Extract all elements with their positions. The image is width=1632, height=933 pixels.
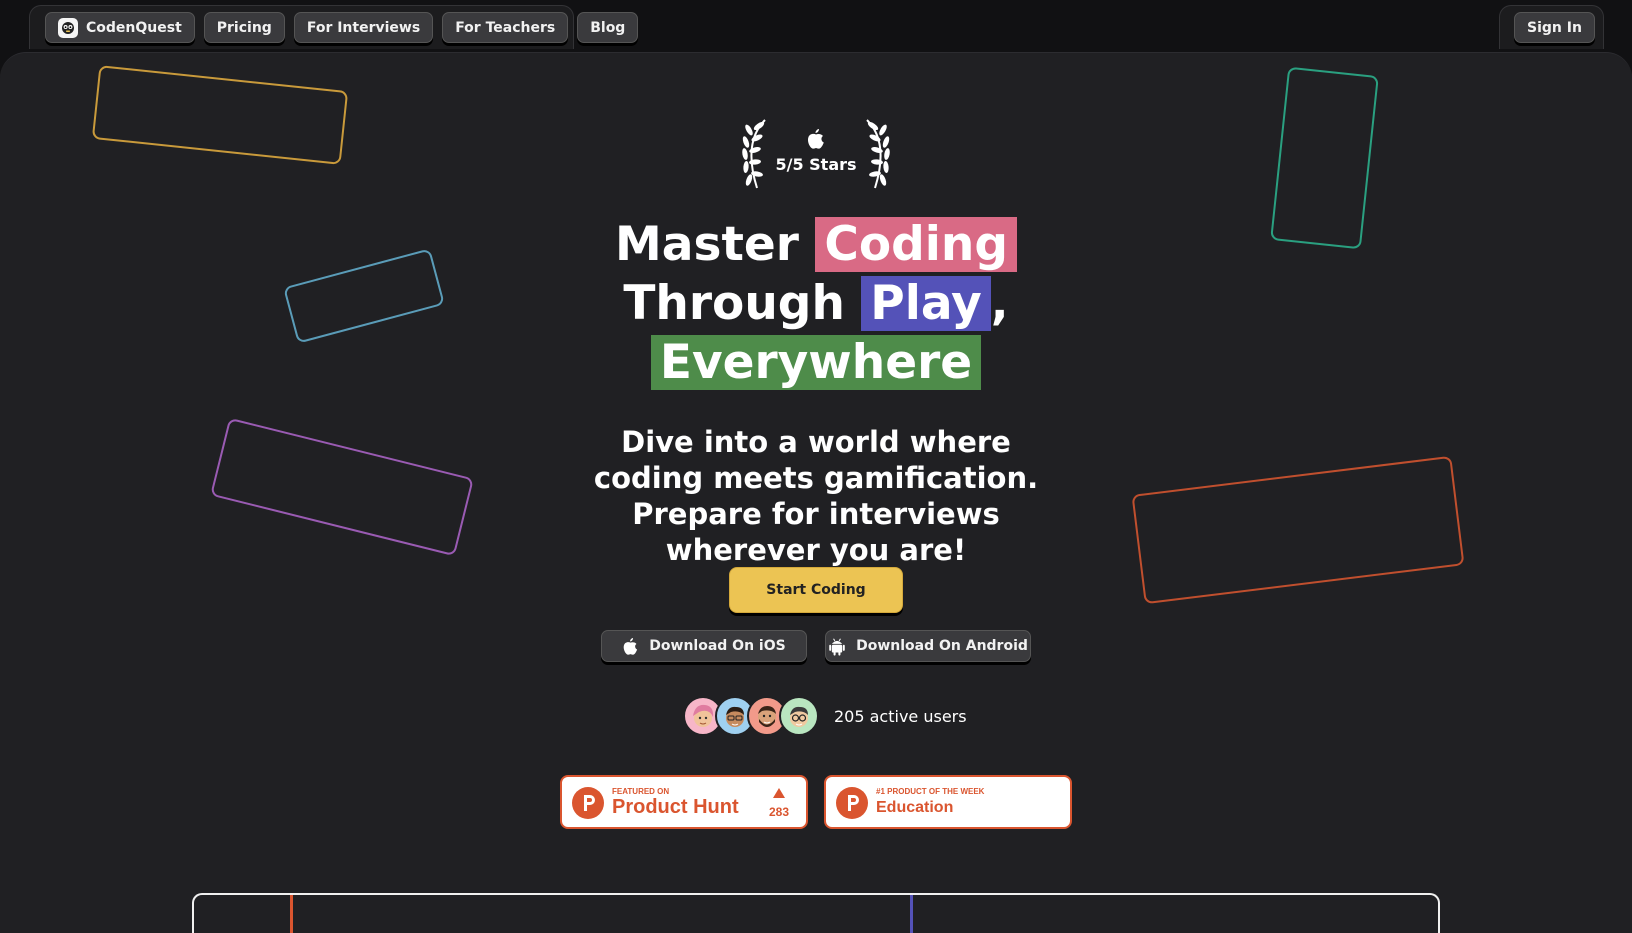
upvote-triangle-icon xyxy=(773,788,785,798)
apple-icon xyxy=(807,129,824,149)
active-users-count: 205 active users xyxy=(834,707,967,726)
hero-section: 5/5 Stars Master Coding Through Play, Ev… xyxy=(0,52,1632,933)
apple-icon xyxy=(623,637,638,655)
codenquest-logo-icon xyxy=(58,17,78,38)
upvote-count: 283 xyxy=(768,805,790,819)
producthunt-logo-icon xyxy=(836,787,868,819)
producthunt-week-badge[interactable]: #1 PRODUCT OF THE WEEK Education xyxy=(824,775,1072,829)
nav-for-teachers[interactable]: For Teachers xyxy=(442,12,569,43)
brand-button[interactable]: CodenQuest xyxy=(45,12,195,43)
highlight-everywhere: Everywhere xyxy=(650,335,982,390)
decorative-frame-purple xyxy=(210,417,474,557)
decorative-frame-orange xyxy=(1131,455,1465,605)
rating-text: 5/5 Stars xyxy=(775,155,857,174)
download-ios-label: Download On iOS xyxy=(649,638,786,654)
nav-pricing[interactable]: Pricing xyxy=(203,12,285,43)
headline-comma: , xyxy=(990,276,1009,331)
nav-for-interviews[interactable]: For Interviews xyxy=(293,12,434,43)
headline-line-1: Master Coding xyxy=(0,216,1632,274)
preview-accent-orange xyxy=(290,895,293,933)
producthunt-logo-icon xyxy=(572,787,604,819)
headline-word-through: Through xyxy=(623,276,845,331)
decorative-frame-yellow xyxy=(91,65,349,165)
producthunt-featured-small: FEATURED ON xyxy=(612,787,670,796)
user-avatar-4 xyxy=(779,696,819,736)
android-icon xyxy=(829,637,845,656)
highlight-play: Play xyxy=(861,276,991,331)
sign-in-button[interactable]: Sign In xyxy=(1514,12,1595,43)
preview-frame xyxy=(192,893,1440,933)
top-nav: CodenQuest Pricing For Interviews For Te… xyxy=(29,5,639,49)
download-ios-button[interactable]: Download On iOS xyxy=(601,630,807,662)
producthunt-featured-badge[interactable]: FEATURED ON Product Hunt 283 xyxy=(560,775,808,829)
headline-word-master: Master xyxy=(615,217,799,272)
download-android-label: Download On Android xyxy=(856,638,1028,654)
producthunt-week-small: #1 PRODUCT OF THE WEEK xyxy=(876,787,985,796)
highlight-coding: Coding xyxy=(815,217,1017,272)
upvote-counter: 283 xyxy=(766,785,792,819)
subheading: Dive into a world where coding meets gam… xyxy=(593,425,1039,567)
preview-accent-blue xyxy=(910,895,913,933)
top-nav-right: Sign In xyxy=(1499,5,1604,49)
producthunt-week-category: Education xyxy=(876,799,954,816)
headline-line-2: Through Play, xyxy=(0,275,1632,333)
nav-blog[interactable]: Blog xyxy=(577,12,639,43)
headline-line-3: Everywhere xyxy=(0,334,1632,392)
download-android-button[interactable]: Download On Android xyxy=(825,630,1031,662)
producthunt-featured-big: Product Hunt xyxy=(612,796,739,818)
brand-name: CodenQuest xyxy=(86,19,182,36)
start-coding-button[interactable]: Start Coding xyxy=(729,567,903,613)
